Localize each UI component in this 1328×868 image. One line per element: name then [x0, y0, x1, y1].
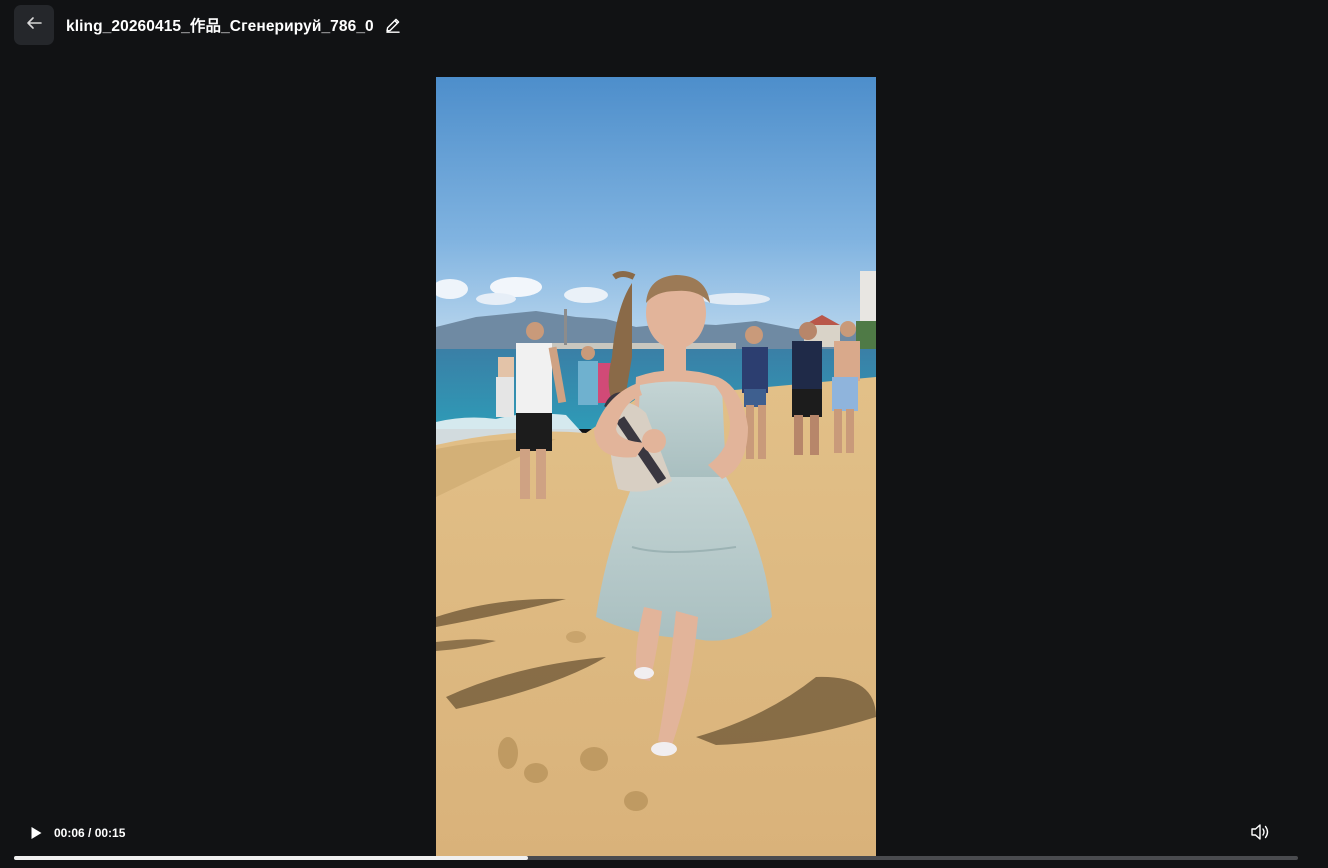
volume-button[interactable]	[1248, 823, 1272, 845]
time-display: 00:06 / 00:15	[54, 826, 126, 840]
play-button[interactable]	[26, 825, 46, 845]
top-bar: kling_20260415_作品_Сгенерируй_786_0	[0, 0, 1328, 50]
player-controls: 00:06 / 00:15	[0, 815, 1328, 868]
back-button[interactable]	[14, 5, 54, 45]
progress-fill	[14, 856, 528, 860]
beach-video-image	[436, 77, 876, 860]
arrow-left-icon	[24, 13, 44, 38]
video-frame[interactable]	[436, 77, 876, 860]
play-icon	[28, 825, 44, 846]
volume-icon	[1249, 822, 1271, 847]
progress-bar[interactable]	[14, 856, 1298, 860]
pencil-icon[interactable]	[384, 16, 402, 34]
video-title: kling_20260415_作品_Сгенерируй_786_0	[66, 18, 374, 35]
